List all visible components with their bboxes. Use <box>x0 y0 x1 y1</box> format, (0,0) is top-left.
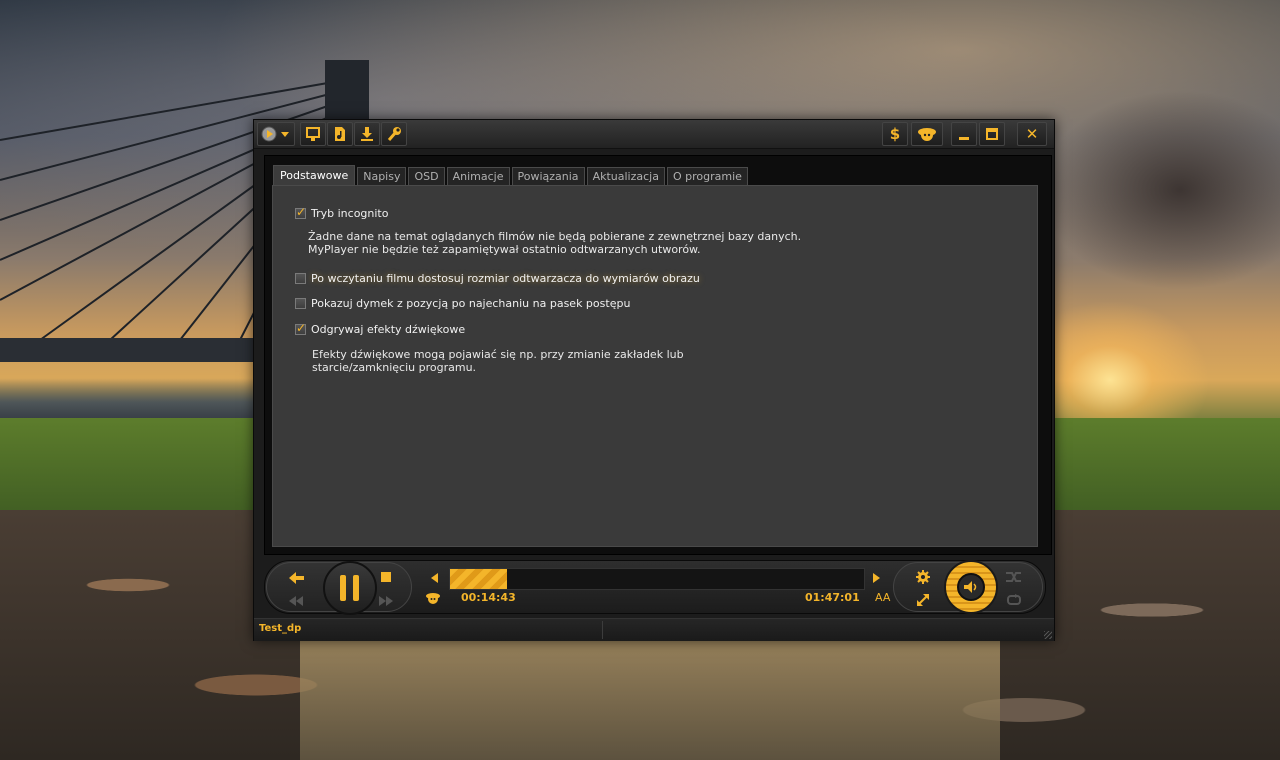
incognito-description-line2: MyPlayer nie będzie też zapamiętywał ost… <box>308 243 701 256</box>
sounds-checkbox[interactable] <box>295 321 306 335</box>
repeat-icon <box>1007 594 1021 605</box>
close-button[interactable]: ✕ <box>1017 122 1047 146</box>
city-skyline <box>0 378 255 418</box>
progress-bar[interactable] <box>449 568 865 590</box>
pause-button[interactable] <box>323 561 377 615</box>
tab-aktualizacja[interactable]: Aktualizacja <box>586 167 665 185</box>
incognito-description-line1: Żadne dane na temat oglądanych filmów ni… <box>308 230 802 243</box>
status-bar: Test_dp <box>254 618 1054 641</box>
stop-button[interactable] <box>380 571 392 586</box>
control-bar: 00:14:43 01:47:01 AA <box>264 560 1046 615</box>
close-icon: ✕ <box>1025 125 1039 143</box>
sounds-description-line2: starcie/zamknięciu programu. <box>312 361 477 374</box>
repeat-button[interactable] <box>1006 594 1022 609</box>
minimize-button[interactable] <box>951 122 977 146</box>
bridge-deck <box>0 338 255 362</box>
sounds-description: Efekty dźwiękowe mogą pojawiać się np. p… <box>312 348 684 374</box>
seek-area: 00:14:43 01:47:01 AA <box>415 563 893 609</box>
minimize-icon <box>957 127 971 141</box>
fullscreen-button[interactable] <box>916 593 930 610</box>
rewind-icon <box>289 596 303 606</box>
fast-forward-button[interactable] <box>379 595 393 609</box>
mascot-icon <box>916 126 938 142</box>
download-button[interactable] <box>354 122 380 146</box>
player-window: $ ✕ Podstawowe Napisy OSD Animacje Powią… <box>253 119 1055 641</box>
sounds-description-line1: Efekty dźwiękowe mogą pojawiać się np. p… <box>312 348 684 361</box>
settings-tabs: Podstawowe Napisy OSD Animacje Powiązani… <box>273 165 750 185</box>
tab-osd[interactable]: OSD <box>408 167 445 185</box>
shuffle-icon <box>1006 572 1021 582</box>
transport-controls <box>266 561 412 615</box>
settings-button[interactable] <box>381 122 407 146</box>
resize-label: Po wczytaniu filmu dostosuj rozmiar odtw… <box>311 272 700 285</box>
media-menu-button[interactable] <box>257 122 295 146</box>
wrench-icon <box>386 126 402 142</box>
volume-knob[interactable] <box>944 560 998 614</box>
back-icon <box>289 572 304 584</box>
seek-right-icon <box>873 573 880 583</box>
incognito-description: Żadne dane na temat oglądanych filmów ni… <box>308 230 801 256</box>
seek-right-button[interactable] <box>873 572 881 586</box>
download-icon <box>359 126 375 142</box>
pause-icon <box>340 575 359 601</box>
seek-left-icon <box>431 573 438 583</box>
mascot-small-button[interactable] <box>425 591 441 608</box>
water-puddle <box>300 640 1000 760</box>
gear-button[interactable] <box>916 570 930 587</box>
gear-icon <box>916 570 930 584</box>
tab-animacje[interactable]: Animacje <box>446 167 510 185</box>
stop-icon <box>381 572 391 582</box>
extra-controls <box>893 560 1043 614</box>
open-file-button[interactable] <box>327 122 353 146</box>
media-menu-icon <box>261 126 291 142</box>
tab-napisy[interactable]: Napisy <box>357 167 407 185</box>
total-time: 01:47:01 <box>805 591 860 604</box>
maximize-icon <box>985 127 999 141</box>
title-bar[interactable]: $ ✕ <box>254 120 1054 149</box>
tab-powiazania[interactable]: Powiązania <box>511 167 585 185</box>
incognito-label: Tryb incognito <box>311 207 389 220</box>
current-time: 00:14:43 <box>461 591 516 604</box>
settings-panel: Podstawowe Napisy OSD Animacje Powiązani… <box>264 155 1052 555</box>
speaker-button[interactable] <box>957 573 985 601</box>
subtitle-size-button[interactable]: AA <box>875 591 890 604</box>
status-divider <box>602 621 603 639</box>
tooltip-label: Pokazuj dymek z pozycją po najechaniu na… <box>311 297 631 310</box>
monitor-icon <box>305 126 321 142</box>
tab-o-programie[interactable]: O programie <box>666 167 748 185</box>
tab-page-podstawowe: Tryb incognito Żadne dane na temat ogląd… <box>272 185 1038 547</box>
resize-checkbox[interactable] <box>295 273 306 284</box>
sounds-label: Odgrywaj efekty dźwiękowe <box>311 323 466 336</box>
file-icon <box>332 126 348 142</box>
fullscreen-icon <box>917 594 929 606</box>
sounds-option[interactable]: Odgrywaj efekty dźwiękowe <box>295 321 466 336</box>
progress-fill <box>450 569 507 589</box>
speaker-icon <box>964 581 977 593</box>
fast-forward-icon <box>379 596 393 606</box>
resize-grip[interactable] <box>1044 631 1052 639</box>
tooltip-option[interactable]: Pokazuj dymek z pozycją po najechaniu na… <box>295 297 630 310</box>
resize-option[interactable]: Po wczytaniu filmu dostosuj rozmiar odtw… <box>295 272 700 285</box>
status-file-name: Test_dp <box>259 623 302 634</box>
mascot-small-icon <box>426 593 440 604</box>
shuffle-button[interactable] <box>1006 571 1022 586</box>
monitor-button[interactable] <box>300 122 326 146</box>
back-button[interactable] <box>289 571 305 588</box>
tooltip-checkbox[interactable] <box>295 298 306 309</box>
tab-podstawowe[interactable]: Podstawowe <box>273 165 356 185</box>
dollar-icon: $ <box>889 125 901 143</box>
mascot-button[interactable] <box>911 122 943 146</box>
incognito-checkbox[interactable] <box>295 205 306 219</box>
donate-button[interactable]: $ <box>882 122 908 146</box>
incognito-option[interactable]: Tryb incognito <box>295 205 389 220</box>
rewind-button[interactable] <box>289 595 303 609</box>
seek-left-button[interactable] <box>431 572 439 586</box>
maximize-button[interactable] <box>979 122 1005 146</box>
